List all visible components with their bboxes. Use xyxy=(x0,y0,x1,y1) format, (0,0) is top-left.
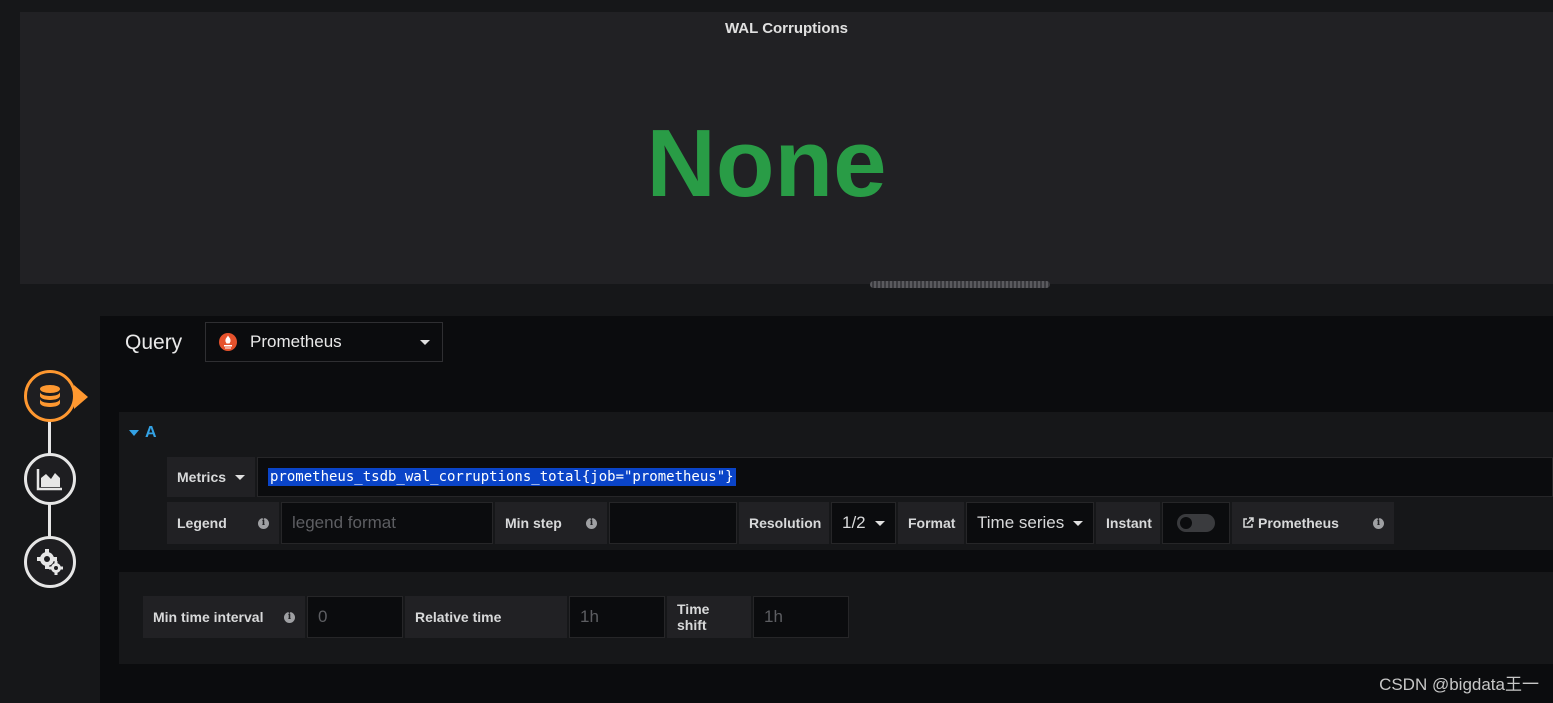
chevron-down-icon xyxy=(1073,520,1083,526)
query-options-row: Legend i legend format Min step i Resolu… xyxy=(167,502,1396,544)
datasource-name: Prometheus xyxy=(250,332,342,351)
chevron-down-icon xyxy=(420,339,430,345)
promql-query-input[interactable]: prometheus_tsdb_wal_corruptions_total{jo… xyxy=(257,457,1553,497)
query-ref-id[interactable]: A xyxy=(145,424,157,442)
relative-time-label-box: Relative time xyxy=(405,596,567,638)
rail-queries-button[interactable] xyxy=(24,370,76,422)
settings-icon xyxy=(37,549,63,575)
instant-toggle-box xyxy=(1162,502,1230,544)
stat-value: None xyxy=(646,110,887,217)
min-interval-label-box: Min time interval i xyxy=(143,596,305,638)
format-value: Time series xyxy=(977,513,1065,532)
time-options-row: Min time interval i 0 Relative time 1h T… xyxy=(143,596,851,638)
info-icon[interactable]: i xyxy=(258,517,269,529)
prometheus-icon xyxy=(219,333,237,351)
panel-title[interactable]: WAL Corruptions xyxy=(20,20,1553,37)
datasource-picker[interactable]: Prometheus xyxy=(205,322,443,362)
legend-format-input[interactable]: legend format xyxy=(281,502,493,544)
time-shift-label: Time shift xyxy=(677,601,710,633)
prometheus-link-label: Prometheus xyxy=(1258,515,1339,531)
rail-active-arrow xyxy=(74,385,88,409)
stat-panel: WAL Corruptions None xyxy=(20,12,1553,284)
metrics-button[interactable]: Metrics xyxy=(167,457,255,497)
legend-label-box: Legend i xyxy=(167,502,279,544)
relative-time-input[interactable]: 1h xyxy=(569,596,665,638)
chevron-down-icon xyxy=(875,520,885,526)
database-icon xyxy=(40,385,60,407)
watermark: CSDN @bigdata王一 xyxy=(1379,675,1539,694)
relative-time-placeholder: 1h xyxy=(580,607,599,626)
chevron-down-icon xyxy=(235,474,245,480)
rail-general-button[interactable] xyxy=(24,536,76,588)
legend-format-placeholder: legend format xyxy=(292,513,396,532)
chart-area-icon xyxy=(36,469,62,491)
resolution-label-box: Resolution xyxy=(739,502,829,544)
info-icon[interactable]: i xyxy=(1373,517,1384,529)
time-shift-input[interactable]: 1h xyxy=(753,596,849,638)
time-shift-label-box: Time shift xyxy=(667,596,751,638)
instant-label: Instant xyxy=(1106,515,1152,531)
resolution-select[interactable]: 1/2 xyxy=(831,502,896,544)
format-select[interactable]: Time series xyxy=(966,502,1094,544)
metrics-row: Metrics prometheus_tsdb_wal_corruptions_… xyxy=(167,457,1553,497)
instant-label-box: Instant xyxy=(1096,502,1160,544)
collapse-caret-icon[interactable] xyxy=(129,430,139,436)
min-interval-label: Min time interval xyxy=(153,609,264,625)
query-label: Query xyxy=(125,331,183,354)
instant-toggle[interactable] xyxy=(1177,514,1215,532)
info-icon[interactable]: i xyxy=(586,517,597,529)
prometheus-link[interactable]: Prometheus i xyxy=(1232,502,1394,544)
min-step-label: Min step xyxy=(505,515,562,531)
min-interval-placeholder: 0 xyxy=(318,607,328,626)
min-step-input[interactable] xyxy=(609,502,737,544)
min-step-label-box: Min step i xyxy=(495,502,607,544)
legend-label: Legend xyxy=(177,515,227,531)
resolution-label: Resolution xyxy=(749,515,822,531)
metrics-label: Metrics xyxy=(177,469,227,485)
format-label: Format xyxy=(908,515,956,531)
time-shift-placeholder: 1h xyxy=(764,607,783,626)
relative-time-label: Relative time xyxy=(415,609,502,625)
query-row-header[interactable]: A xyxy=(119,412,1553,454)
format-label-box: Format xyxy=(898,502,964,544)
rail-visualization-button[interactable] xyxy=(24,453,76,505)
promql-expression: prometheus_tsdb_wal_corruptions_total{jo… xyxy=(268,468,736,486)
info-icon[interactable]: i xyxy=(284,611,295,623)
panel-resize-handle[interactable] xyxy=(870,281,1050,288)
min-interval-input[interactable]: 0 xyxy=(307,596,403,638)
external-link-icon xyxy=(1243,517,1254,528)
resolution-value: 1/2 xyxy=(842,513,866,532)
